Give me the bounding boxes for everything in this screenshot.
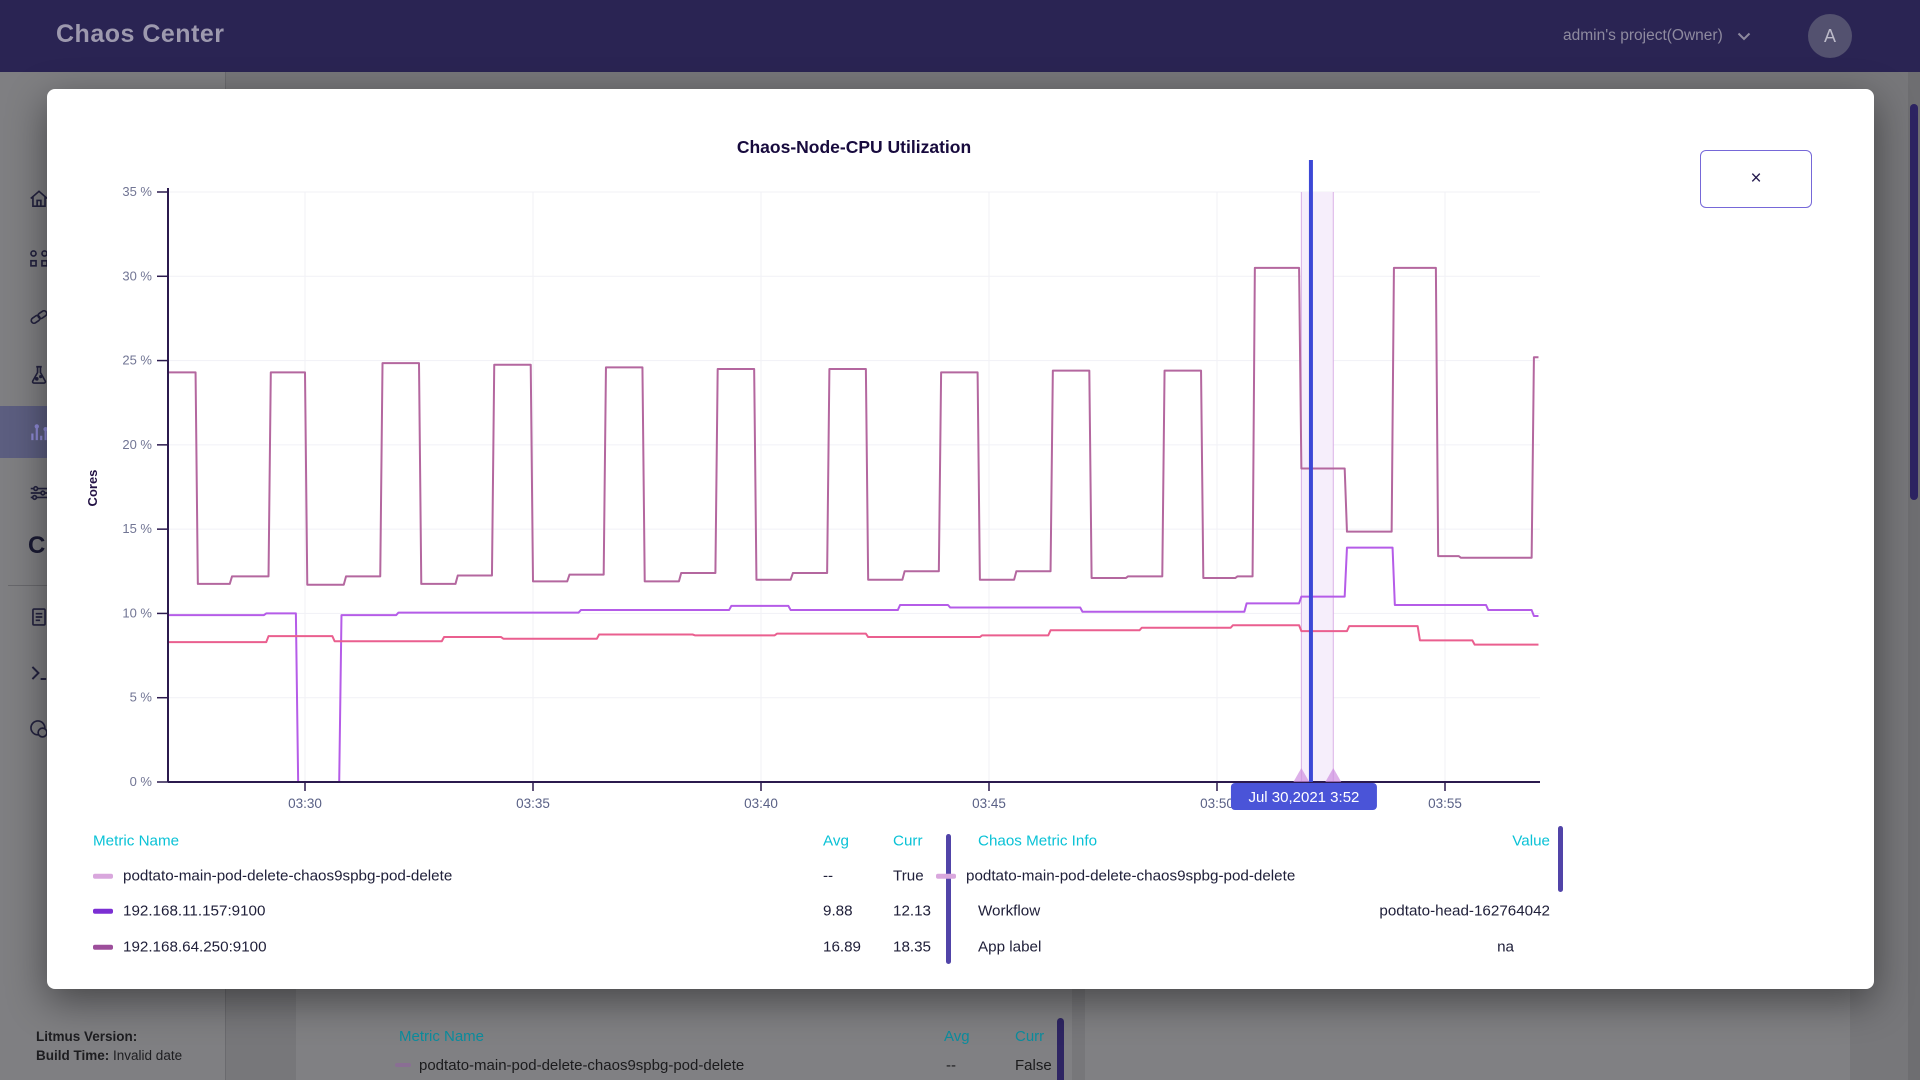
y-axis-label: Cores bbox=[85, 470, 100, 507]
metric-name-cell: 192.168.64.250:9100 bbox=[123, 939, 267, 956]
app-header: Chaos Center admin's project(Owner) A bbox=[0, 0, 1920, 72]
chaos-event-marker bbox=[1293, 768, 1309, 782]
project-selector-label: admin's project(Owner) bbox=[1563, 27, 1723, 45]
series-line bbox=[168, 268, 1538, 585]
svg-text:03:55: 03:55 bbox=[1428, 796, 1462, 811]
series-line bbox=[168, 625, 1538, 644]
chaos-event-marker bbox=[1325, 768, 1341, 782]
sidebar-divider bbox=[8, 585, 50, 586]
cpu-utilization-chart[interactable]: 0 % 5 % 10 % 15 % 20 % 25 % 30 % 35 % 03:30 03:35… bbox=[47, 89, 1874, 855]
svg-text:03:50: 03:50 bbox=[1200, 796, 1234, 811]
build-time-value: Invalid date bbox=[113, 1048, 182, 1063]
series-color-dash bbox=[936, 874, 956, 879]
project-selector[interactable]: admin's project(Owner) bbox=[1563, 0, 1751, 72]
chevron-down-icon bbox=[1737, 32, 1751, 41]
svg-text:0 %: 0 % bbox=[130, 774, 153, 789]
svg-text:35 %: 35 % bbox=[122, 184, 152, 199]
avg-cell: -- bbox=[823, 868, 833, 885]
chaos-metric-name: podtato-main-pod-delete-chaos9spbg-pod-d… bbox=[966, 868, 1295, 885]
page-scrollbar-thumb[interactable] bbox=[1910, 104, 1918, 500]
series-color-dash bbox=[93, 909, 113, 914]
bg-table-header-curr: Curr bbox=[1015, 1028, 1044, 1045]
info-value-cell: na bbox=[978, 939, 1514, 956]
svg-text:10 %: 10 % bbox=[122, 605, 152, 620]
curr-cell: False bbox=[1015, 1057, 1052, 1074]
svg-text:20 %: 20 % bbox=[122, 437, 152, 452]
info-header-value: Value bbox=[978, 833, 1550, 850]
series-color-dash bbox=[395, 1063, 411, 1067]
avg-cell: 16.89 bbox=[823, 939, 861, 956]
legend-info-divider bbox=[946, 834, 951, 964]
metric-name-cell: 192.168.11.157:9100 bbox=[123, 903, 265, 920]
info-value-cell: podtato-head-162764042 bbox=[978, 903, 1550, 920]
avg-cell: 9.88 bbox=[823, 903, 853, 920]
bg-table-header-avg: Avg bbox=[944, 1028, 970, 1045]
close-button[interactable]: × bbox=[1700, 150, 1812, 208]
close-icon: × bbox=[1750, 168, 1761, 190]
avatar-letter: A bbox=[1824, 26, 1836, 47]
metric-name-cell: podtato-main-pod-delete-chaos9spbg-pod-d… bbox=[123, 868, 452, 885]
legend-header-metric-name: Metric Name bbox=[93, 833, 179, 850]
svg-text:5 %: 5 % bbox=[130, 690, 153, 705]
series-line bbox=[168, 548, 1538, 782]
svg-text:30 %: 30 % bbox=[122, 268, 152, 283]
modal-title: Chaos-Node-CPU Utilization bbox=[737, 137, 971, 158]
curr-cell: 18.35 bbox=[893, 939, 931, 956]
legend-header-curr: Curr bbox=[893, 833, 923, 850]
metric-name-cell: podtato-main-pod-delete-chaos9spbg-pod-d… bbox=[419, 1057, 744, 1074]
svg-text:03:35: 03:35 bbox=[516, 796, 550, 811]
litmus-version-label: Litmus Version: bbox=[36, 1029, 137, 1044]
svg-text:25 %: 25 % bbox=[122, 353, 152, 368]
chart-tooltip-text: Jul 30,2021 3:52 bbox=[1248, 789, 1359, 806]
background-table-scrollbar[interactable] bbox=[1057, 1018, 1064, 1080]
legend-header-avg: Avg bbox=[823, 833, 849, 850]
series-color-dash bbox=[93, 945, 113, 950]
chaos-region-band bbox=[1301, 192, 1333, 782]
chart-modal: Chaos-Node-CPU Utilization × 0 % 5 % 10 % 1… bbox=[47, 89, 1874, 989]
chaos-info-scrollbar[interactable] bbox=[1558, 826, 1563, 892]
curr-cell: True bbox=[893, 868, 924, 885]
series-color-dash bbox=[93, 874, 113, 879]
bg-table-header-metric-name: Metric Name bbox=[399, 1028, 484, 1045]
build-time-label: Build Time: bbox=[36, 1048, 109, 1063]
chart-tooltip bbox=[1231, 783, 1377, 810]
svg-text:03:40: 03:40 bbox=[744, 796, 778, 811]
svg-text:03:30: 03:30 bbox=[288, 796, 322, 811]
curr-cell: 12.13 bbox=[893, 903, 931, 920]
avg-cell: -- bbox=[946, 1057, 956, 1074]
svg-text:03:45: 03:45 bbox=[972, 796, 1006, 811]
svg-text:15 %: 15 % bbox=[122, 521, 152, 536]
litmus-version-block: Litmus Version: Build Time: Invalid date bbox=[36, 1027, 182, 1065]
app-title: Chaos Center bbox=[56, 20, 225, 49]
avatar[interactable]: A bbox=[1808, 14, 1852, 58]
